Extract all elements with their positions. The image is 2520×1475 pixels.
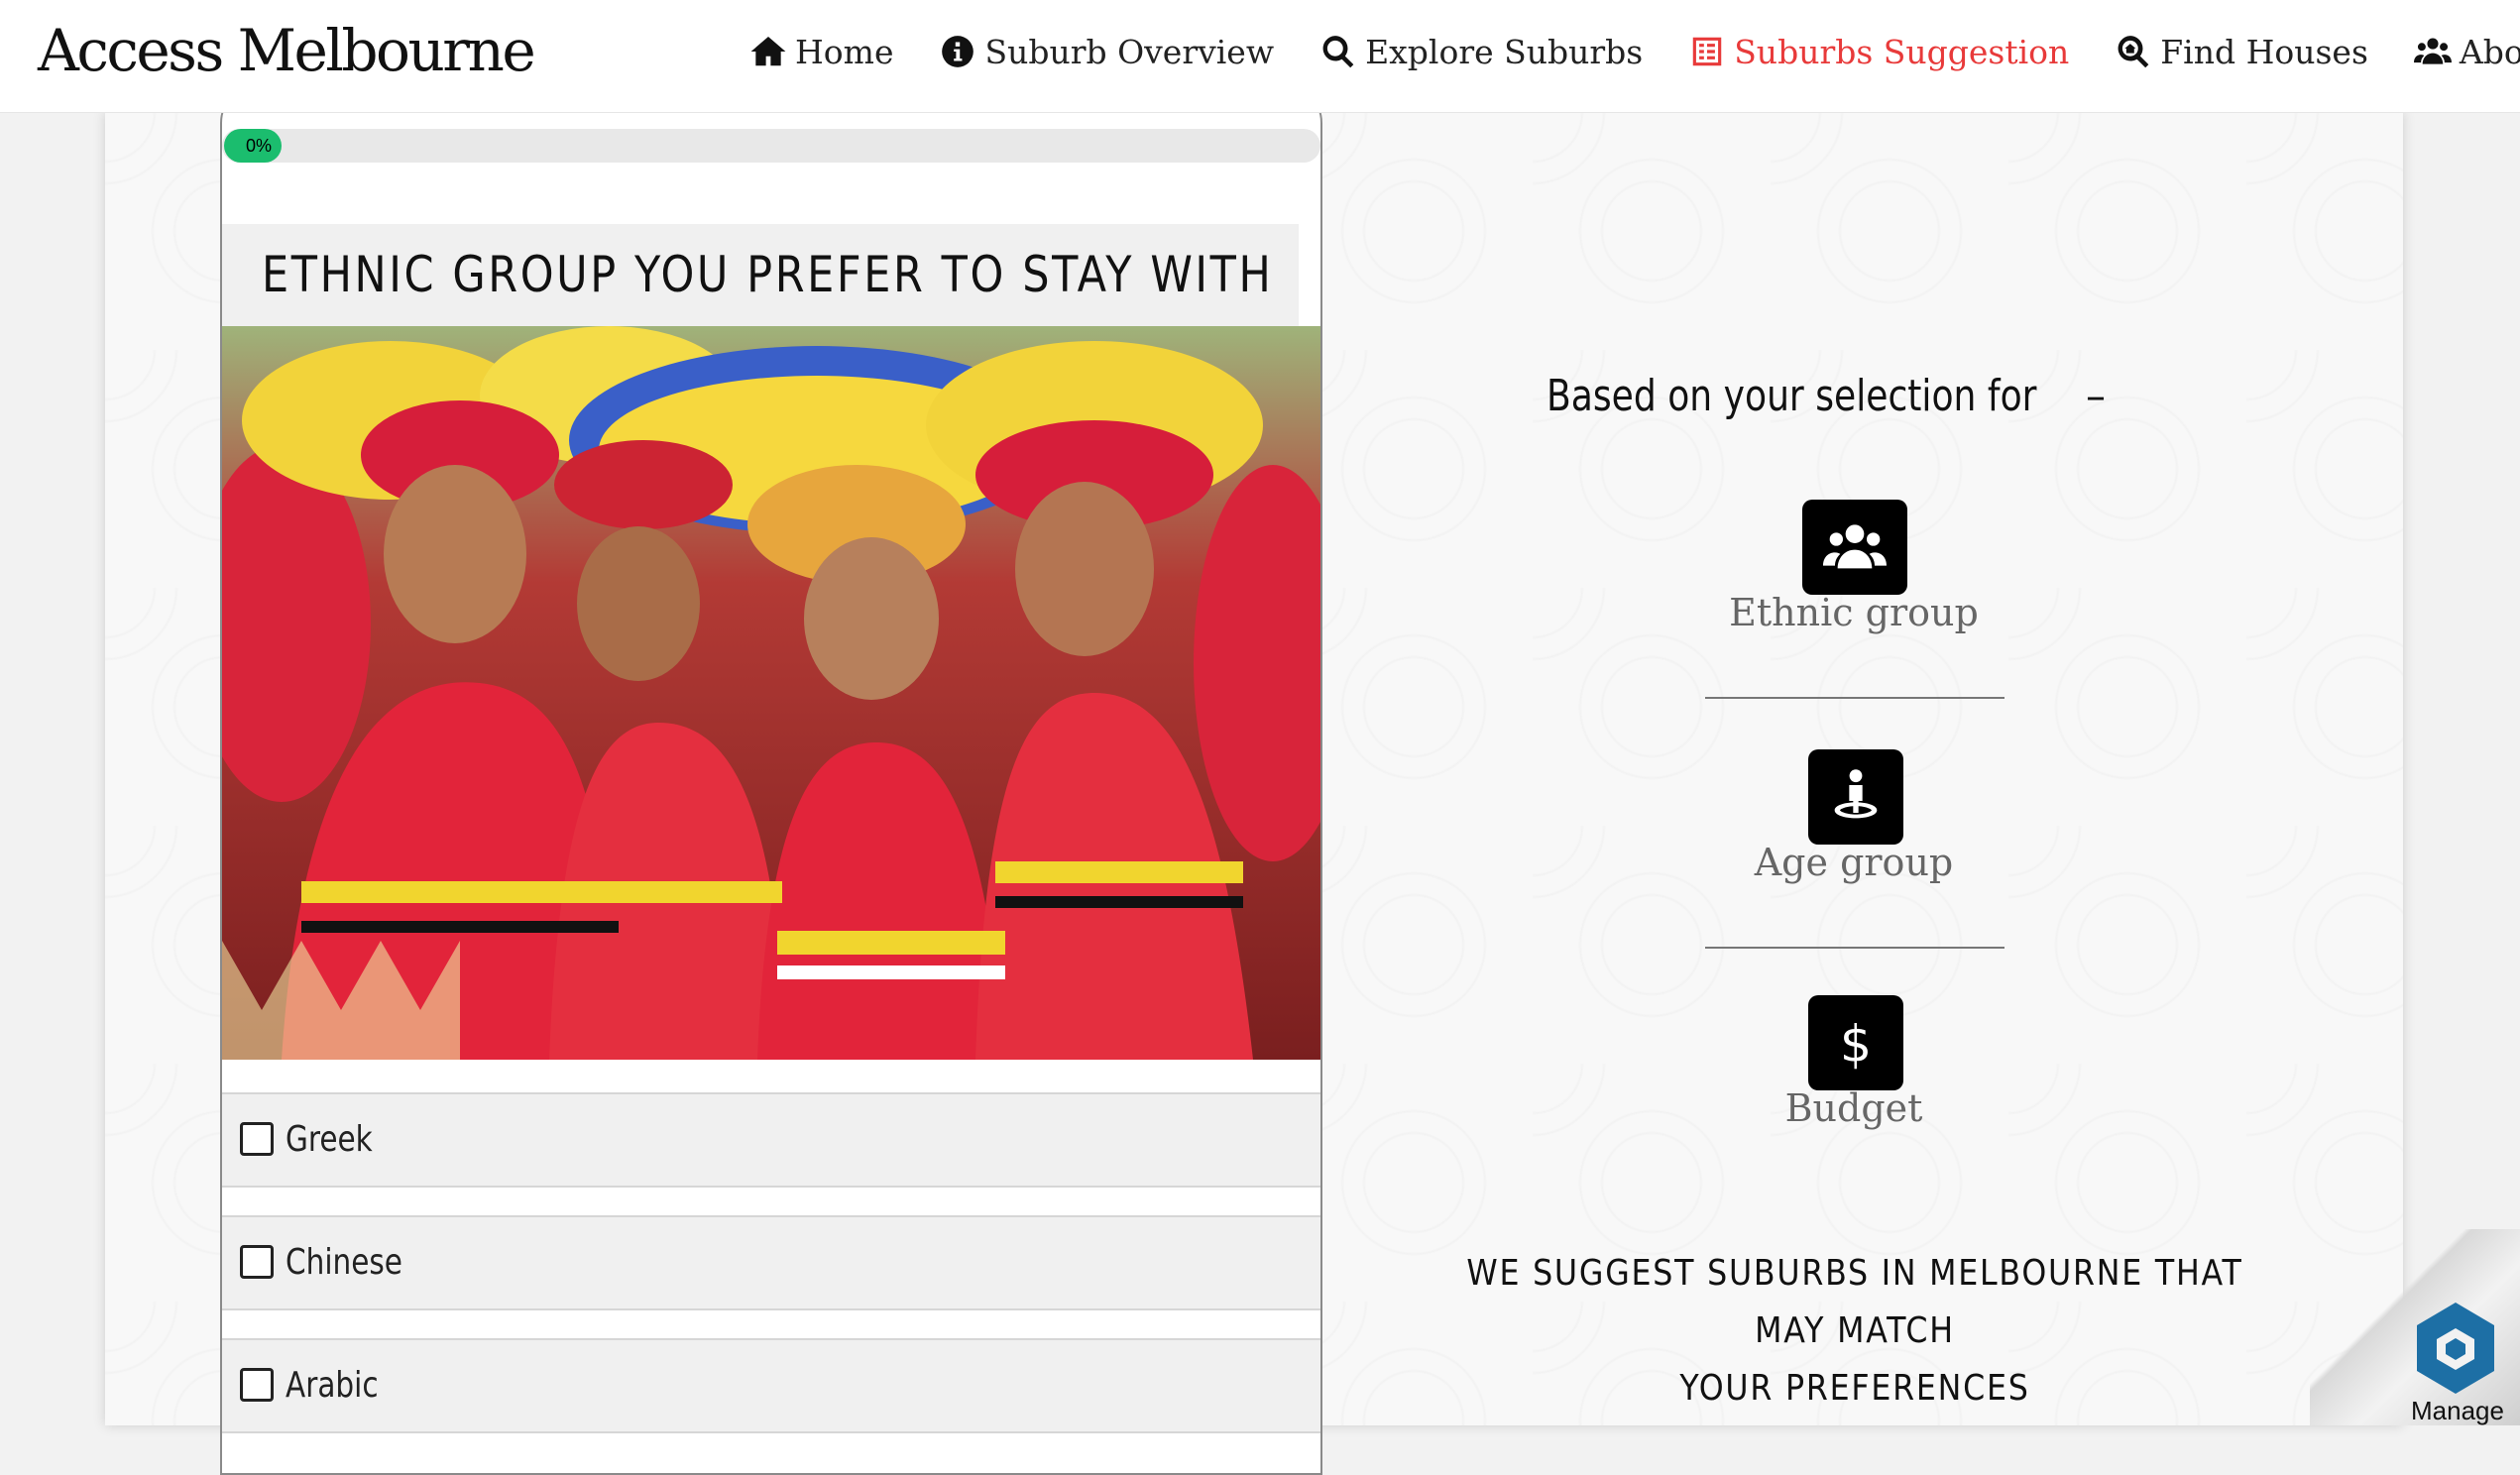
suggestion-line-2: YOUR PREFERENCES: [1679, 1368, 2030, 1409]
nav-find-houses[interactable]: Find Houses: [2115, 22, 2368, 81]
question-card: 0% ETHNIC GROUP YOU PREFER TO STAY WITH: [220, 83, 1322, 1475]
option-label-greek: Greek: [286, 1119, 373, 1160]
home-icon: [750, 36, 786, 66]
nav-about-us[interactable]: About Us: [2413, 22, 2520, 81]
option-label-arabic: Arabic: [286, 1365, 379, 1406]
option-label-chinese: Chinese: [286, 1242, 402, 1283]
nav-about-us-label: About Us: [2459, 32, 2520, 71]
person-location-icon: [1834, 769, 1878, 819]
budget-label: Budget: [1784, 1086, 1923, 1130]
nav-home[interactable]: Home: [749, 22, 893, 81]
nav-explore-suburbs-label: Explore Suburbs: [1365, 32, 1644, 71]
nav-home-label: Home: [795, 32, 894, 71]
manage-hexagon-icon[interactable]: [2411, 1299, 2500, 1398]
budget-badge: $: [1808, 995, 1903, 1090]
progress-bar: 0%: [222, 129, 1320, 163]
question-title: ETHNIC GROUP YOU PREFER TO STAY WITH: [262, 246, 1274, 303]
info-icon: [942, 36, 974, 67]
option-chinese[interactable]: Chinese: [222, 1215, 1320, 1310]
suggestion-line-1: WE SUGGEST SUBURBS IN MELBOURNE THAT MAY…: [1466, 1253, 2243, 1351]
suggestion-text: WE SUGGEST SUBURBS IN MELBOURNE THAT MAY…: [1427, 1245, 2283, 1418]
checkbox-chinese[interactable]: [240, 1245, 274, 1279]
search-icon: [1322, 36, 1354, 68]
checklist-icon: [1692, 37, 1722, 66]
festival-photo: [222, 326, 1320, 1060]
checkbox-greek[interactable]: [240, 1122, 274, 1156]
main-nav: Home Suburb Overview Explore Suburbs Sub…: [749, 22, 2520, 81]
summary-divider-1: [1705, 697, 2005, 699]
nav-suburb-overview-label: Suburb Overview: [984, 32, 1275, 71]
manage-label[interactable]: Manage: [2411, 1396, 2510, 1425]
question-title-box: ETHNIC GROUP YOU PREFER TO STAY WITH: [222, 224, 1299, 326]
nav-suburb-overview[interactable]: Suburb Overview: [939, 22, 1274, 81]
summary-divider-2: [1705, 947, 2005, 949]
checkbox-arabic[interactable]: [240, 1368, 274, 1402]
nav-suburbs-suggestion[interactable]: Suburbs Suggestion: [1688, 22, 2069, 81]
dollar-icon: $: [1840, 1015, 1872, 1074]
nav-suburbs-suggestion-label: Suburbs Suggestion: [1734, 32, 2070, 71]
top-navbar: Access Melbourne Home Suburb Overview Ex…: [0, 0, 2520, 113]
users-icon: [1823, 524, 1887, 569]
ethnic-group-label: Ethnic group: [1729, 591, 1979, 634]
nav-find-houses-label: Find Houses: [2160, 32, 2368, 71]
festival-photo-illustration: [222, 326, 1320, 1060]
option-arabic[interactable]: Arabic: [222, 1338, 1320, 1433]
option-greek[interactable]: Greek: [222, 1092, 1320, 1188]
users-icon: [2413, 38, 2452, 64]
selection-summary-heading: Based on your selection for: [1546, 371, 2037, 421]
age-group-label: Age group: [1754, 841, 1954, 884]
progress-fill: 0%: [224, 129, 282, 163]
nav-explore-suburbs[interactable]: Explore Suburbs: [1319, 22, 1643, 81]
selection-summary-value: –: [2086, 374, 2106, 419]
search-house-icon: [2118, 36, 2149, 68]
age-group-badge: [1808, 749, 1903, 845]
brand-logo[interactable]: Access Melbourne: [38, 8, 536, 93]
ethnic-group-badge: [1802, 500, 1907, 595]
svg-text:$: $: [1840, 1015, 1872, 1074]
